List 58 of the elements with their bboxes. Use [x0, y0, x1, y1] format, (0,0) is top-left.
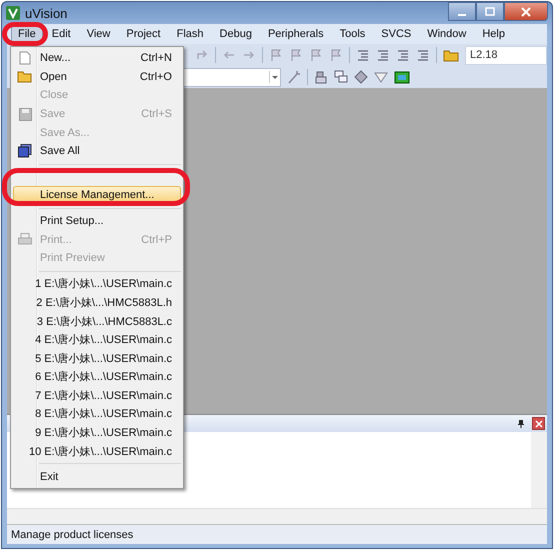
windows-icon[interactable]: [334, 70, 348, 84]
menu-entry[interactable]: 5 E:\唐小妹\...\USER\main.c: [13, 348, 181, 368]
menu-entry[interactable]: 9 E:\唐小妹\...\USER\main.c: [13, 423, 181, 442]
menu-item[interactable]: Edit: [44, 25, 78, 43]
close-icon: [534, 420, 542, 428]
status-text: Manage product licenses: [11, 528, 134, 540]
indent-icon[interactable]: [376, 48, 390, 62]
minimize-icon: [458, 14, 466, 16]
horizontal-scrollbar[interactable]: [7, 508, 547, 524]
menu-entry[interactable]: 10 E:\唐小妹\...\USER\main.c: [13, 442, 181, 460]
indent-icon[interactable]: [356, 48, 370, 62]
chip-icon[interactable]: [394, 70, 410, 84]
close-button[interactable]: [532, 417, 545, 430]
highlight-ring: [2, 22, 48, 46]
diamond-icon[interactable]: [354, 70, 368, 84]
maximize-button[interactable]: [476, 2, 504, 21]
menu-item[interactable]: Project: [119, 25, 168, 43]
close-button[interactable]: [504, 2, 548, 21]
menu-item[interactable]: Peripherals: [260, 25, 331, 43]
maximize-icon: [485, 6, 495, 16]
folder-icon: [17, 70, 33, 84]
printer-icon: [18, 233, 32, 246]
menu-entry[interactable]: New... Ctrl+N: [13, 49, 181, 68]
stack-icon[interactable]: [314, 70, 328, 84]
indent-icon[interactable]: [396, 48, 410, 62]
menu-entry[interactable]: Print Setup...: [13, 212, 181, 230]
menu-entry[interactable]: Save All: [13, 142, 181, 161]
close-icon: [521, 6, 531, 16]
target-dropdown[interactable]: [183, 68, 281, 86]
floppy-disks-icon: [18, 144, 32, 158]
minimize-button[interactable]: [448, 2, 476, 21]
menu-entry[interactable]: Exit: [13, 467, 181, 486]
find-field[interactable]: L2.18: [465, 46, 547, 64]
folder-icon[interactable]: [443, 48, 459, 62]
pin-icon[interactable]: [516, 418, 526, 428]
menu-entry[interactable]: 3 E:\唐小妹\...\HMC5883L.c: [13, 312, 181, 330]
app-icon: [6, 6, 20, 20]
menu-entry[interactable]: 8 E:\唐小妹\...\USER\main.c: [13, 404, 181, 424]
window-title: uVision: [25, 6, 68, 20]
menu-item[interactable]: Tools: [332, 25, 372, 43]
menu-entry[interactable]: Open Ctrl+O: [13, 68, 181, 86]
menu-item[interactable]: Debug: [212, 25, 259, 43]
menu-entry[interactable]: 7 E:\唐小妹\...\USER\main.c: [13, 386, 181, 405]
menu-entry[interactable]: 2 E:\唐小妹\...\HMC5883L.h: [13, 293, 181, 312]
menu-item[interactable]: Window: [420, 25, 474, 43]
funnel-icon[interactable]: [374, 70, 388, 84]
new-file-icon: [19, 51, 31, 66]
dropdown-arrow-icon: [269, 71, 280, 83]
vertical-scrollbar[interactable]: [531, 432, 547, 508]
indent-icon[interactable]: [416, 48, 430, 62]
menu-item[interactable]: View: [80, 25, 118, 43]
menu-entry[interactable]: 4 E:\唐小妹\...\USER\main.c: [13, 330, 181, 349]
menu-item[interactable]: Flash: [170, 25, 211, 43]
menu-item[interactable]: Help: [475, 25, 512, 43]
menu-entry[interactable]: 1 E:\唐小妹\...\USER\main.c: [13, 274, 181, 294]
wand-icon[interactable]: [287, 70, 301, 84]
menu-entry[interactable]: 6 E:\唐小妹\...\USER\main.c: [13, 368, 181, 386]
menu-item[interactable]: SVCS: [374, 25, 418, 43]
